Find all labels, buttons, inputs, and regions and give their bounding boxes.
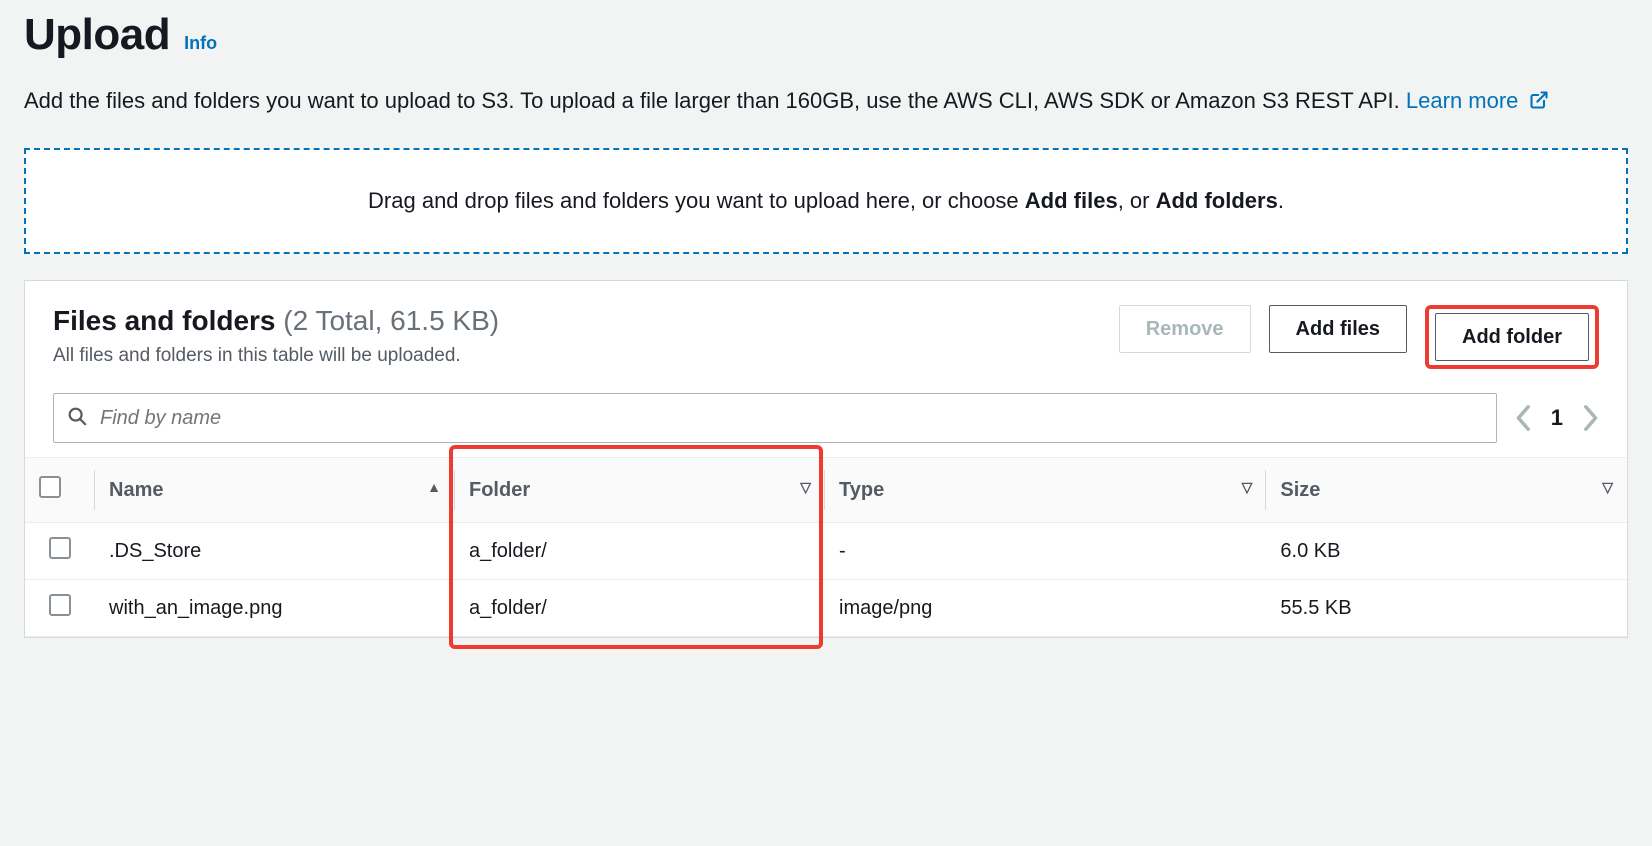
add-files-button[interactable]: Add files [1269,305,1407,353]
description-text: Add the files and folders you want to up… [24,88,1406,113]
sort-icon: ▽ [800,479,811,496]
column-name-label: Name [109,479,163,501]
row-checkbox[interactable] [49,594,71,616]
column-header-select [25,458,95,523]
page-description: Add the files and folders you want to up… [24,84,1628,120]
cell-folder: a_folder/ [455,523,825,580]
pagination: 1 [1515,404,1599,432]
cell-type: - [825,523,1266,580]
column-header-name[interactable]: Name ▲ [95,458,455,523]
column-type-label: Type [839,479,884,501]
learn-more-link[interactable]: Learn more [1406,88,1549,113]
page-title: Upload [24,10,170,60]
table-row: with_an_image.pnga_folder/image/png55.5 … [25,580,1627,637]
search-input[interactable] [98,406,1484,431]
learn-more-label: Learn more [1406,88,1519,113]
remove-button: Remove [1119,305,1251,353]
dropzone[interactable]: Drag and drop files and folders you want… [24,148,1628,254]
files-table: Name ▲ Folder ▽ Type ▽ Size [25,457,1627,637]
cell-name: with_an_image.png [95,580,455,637]
dropzone-or: , or [1118,188,1156,213]
sort-icon: ▽ [1242,479,1253,496]
column-header-type[interactable]: Type ▽ [825,458,1266,523]
cell-type: image/png [825,580,1266,637]
search-field[interactable] [53,393,1497,443]
cell-folder: a_folder/ [455,580,825,637]
column-folder-label: Folder [469,479,530,501]
panel-title-label: Files and folders [53,305,276,336]
cell-size: 6.0 KB [1266,523,1627,580]
column-size-label: Size [1280,479,1320,501]
select-all-checkbox[interactable] [39,476,61,498]
prev-page-icon[interactable] [1515,404,1533,432]
cell-name: .DS_Store [95,523,455,580]
column-header-folder[interactable]: Folder ▽ [455,458,825,523]
next-page-icon[interactable] [1581,404,1599,432]
cell-size: 55.5 KB [1266,580,1627,637]
external-link-icon [1529,86,1549,120]
add-folder-highlight: Add folder [1425,305,1599,369]
panel-count: (2 Total, 61.5 KB) [283,305,499,336]
sort-icon: ▽ [1602,479,1613,496]
search-icon [66,405,88,432]
table-row: .DS_Storea_folder/-6.0 KB [25,523,1627,580]
dropzone-add-folders-bold: Add folders [1156,188,1278,213]
dropzone-text-prefix: Drag and drop files and folders you want… [368,188,1025,213]
column-header-size[interactable]: Size ▽ [1266,458,1627,523]
files-panel: Files and folders (2 Total, 61.5 KB) All… [24,280,1628,638]
panel-title: Files and folders (2 Total, 61.5 KB) [53,305,1099,337]
dropzone-add-files-bold: Add files [1025,188,1118,213]
sort-asc-icon: ▲ [427,479,441,495]
page-number: 1 [1551,405,1563,431]
dropzone-suffix: . [1278,188,1284,213]
add-folder-button[interactable]: Add folder [1435,313,1589,361]
row-checkbox[interactable] [49,537,71,559]
panel-subtitle: All files and folders in this table will… [53,345,1099,367]
info-link[interactable]: Info [184,33,217,54]
